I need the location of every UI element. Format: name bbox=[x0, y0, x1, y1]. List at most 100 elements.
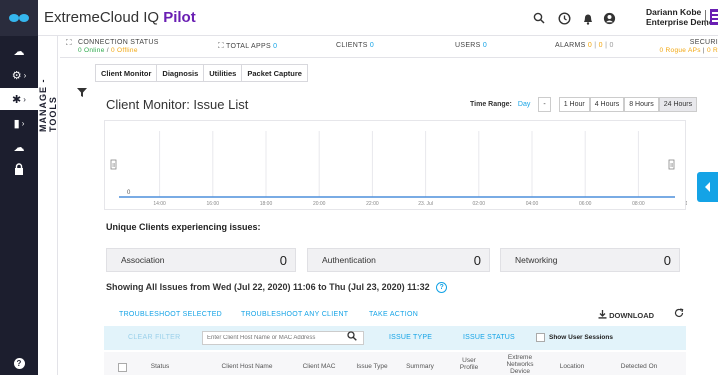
authentication-count: 0 bbox=[473, 252, 481, 268]
page-title: Client Monitor: Issue List bbox=[106, 97, 249, 112]
rail-help-icon[interactable]: ? bbox=[0, 352, 38, 374]
col-issue-type[interactable]: Issue Type bbox=[352, 363, 392, 370]
refresh-icon[interactable] bbox=[674, 308, 684, 321]
chart-x-tick-label: 04:00 bbox=[526, 201, 539, 207]
issue-chart: 0 14:00 16:00 18:00 20:00 22:00 23. Jul 02:00 04… bbox=[104, 120, 687, 210]
networking-count: 0 bbox=[663, 252, 671, 268]
alarms-sep-1: | bbox=[592, 42, 599, 49]
chart-x-tick-label: 23. Jul bbox=[418, 201, 433, 207]
rail-settings-icon[interactable]: ⚙ › bbox=[0, 64, 38, 86]
chevron-left-icon bbox=[704, 182, 710, 192]
chart-x-tick-label: 10:00 bbox=[685, 201, 687, 207]
unique-clients-heading: Unique Clients experiencing issues: bbox=[106, 222, 261, 232]
col-location[interactable]: Location bbox=[552, 363, 592, 370]
connection-status-label: CONNECTION STATUS bbox=[78, 39, 159, 46]
side-panel-toggle[interactable] bbox=[697, 172, 718, 202]
offline-count: 0 Offline bbox=[110, 47, 138, 54]
time-range: Time Range: Day - 1 Hour 4 Hours 8 Hours… bbox=[470, 97, 698, 112]
time-4-hours-button[interactable]: 4 Hours bbox=[589, 97, 625, 112]
filter-icon[interactable] bbox=[77, 88, 87, 100]
networking-label: Networking bbox=[515, 255, 558, 265]
association-count: 0 bbox=[279, 252, 287, 268]
clients-stat[interactable]: CLIENTS 0 bbox=[336, 42, 374, 50]
time-24-hours-button[interactable]: 24 Hours bbox=[658, 97, 698, 112]
tab-client-monitor[interactable]: Client Monitor bbox=[95, 64, 157, 82]
col-client-mac[interactable]: Client MAC bbox=[294, 363, 344, 370]
authentication-card[interactable]: Authentication 0 bbox=[307, 248, 490, 272]
networking-card[interactable]: Networking 0 bbox=[500, 248, 680, 272]
manage-tools-label: MANAGE - TOOLS bbox=[38, 78, 58, 133]
select-all-checkbox[interactable] bbox=[118, 363, 127, 372]
alarms-label: ALARMS bbox=[555, 42, 586, 49]
total-apps-stat[interactable]: ⛶ TOTAL APPS 0 bbox=[218, 42, 277, 51]
rogue-aps: 0 Rogue APs bbox=[659, 47, 701, 54]
col-status[interactable]: Status bbox=[140, 363, 180, 370]
rail-tools-icon[interactable]: ✱ › bbox=[0, 88, 38, 110]
troubleshoot-selected-button[interactable]: TROUBLESHOOT SELECTED bbox=[119, 311, 222, 318]
tab-diagnosis[interactable]: Diagnosis bbox=[156, 64, 204, 82]
expand-icon: ⛶ bbox=[218, 41, 224, 50]
showing-text: Showing All Issues from Wed (Jul 22, 202… bbox=[106, 282, 430, 292]
user-avatar-icon[interactable] bbox=[601, 10, 617, 26]
user-info[interactable]: Dariann Kobe Enterprise Demo bbox=[646, 7, 714, 27]
time-8-hours-button[interactable]: 8 Hours bbox=[624, 97, 659, 112]
col-summary[interactable]: Summary bbox=[400, 363, 440, 370]
app-root: ☁ ⚙ › ✱ › ▮ › ☁ ? ExtremeCloud IQ Pilot Dar… bbox=[0, 0, 718, 375]
take-action-button[interactable]: TAKE ACTION bbox=[369, 311, 418, 318]
chart-x-tick-label: 02:00 bbox=[473, 201, 486, 207]
rogue-clients: 0 R bbox=[706, 47, 718, 54]
alarms-value-3: 0 bbox=[609, 42, 614, 49]
col-extreme-networks-device[interactable]: Extreme Networks Device bbox=[500, 354, 540, 375]
security-stat[interactable]: SECURI 0 Rogue APs | 0 R bbox=[660, 39, 718, 55]
tab-packet-capture[interactable]: Packet Capture bbox=[241, 64, 308, 82]
status-bar: ⛶ CONNECTION STATUS 0 Online / 0 Offline… bbox=[60, 36, 718, 58]
brand-title: ExtremeCloud IQ Pilot bbox=[44, 9, 196, 26]
tab-utilities[interactable]: Utilities bbox=[203, 64, 242, 82]
user-name: Dariann Kobe bbox=[646, 7, 702, 17]
show-user-sessions-checkbox[interactable] bbox=[536, 333, 545, 342]
users-stat[interactable]: USERS 0 bbox=[455, 42, 487, 50]
security-label: SECURI bbox=[689, 39, 718, 46]
user-org: Enterprise Demo bbox=[646, 17, 715, 27]
top-header: ExtremeCloud IQ Pilot Dariann Kobe Enter… bbox=[38, 0, 718, 36]
col-client-host-name[interactable]: Client Host Name bbox=[212, 363, 282, 370]
alarms-stat[interactable]: ALARMS 0 | 0 | 0 bbox=[555, 42, 614, 50]
rail-bar-chart-icon[interactable]: ▮ › bbox=[0, 112, 38, 134]
search-icon[interactable] bbox=[347, 331, 357, 343]
clients-label: CLIENTS bbox=[336, 42, 368, 49]
issue-type-filter[interactable]: ISSUE TYPE bbox=[389, 334, 432, 341]
col-user-profile[interactable]: User Profile bbox=[454, 357, 484, 371]
time-range-day[interactable]: Day bbox=[518, 101, 530, 108]
expand-icon: ⛶ bbox=[66, 38, 72, 47]
total-apps-label: TOTAL APPS bbox=[226, 43, 271, 50]
app-logo-icon[interactable] bbox=[0, 0, 38, 36]
header-divider bbox=[705, 10, 706, 26]
client-search-input[interactable] bbox=[202, 331, 364, 345]
filter-bar: CLEAR FILTER ISSUE TYPE ISSUE STATUS Sho… bbox=[104, 326, 686, 350]
connection-status[interactable]: ⛶ CONNECTION STATUS 0 Online / 0 Offline bbox=[66, 39, 159, 55]
rail-cloud-upload-icon[interactable]: ☁ bbox=[0, 40, 38, 62]
help-icon[interactable]: ? bbox=[436, 282, 448, 294]
col-detected-on[interactable]: Detected On bbox=[614, 363, 664, 370]
time-range-dash[interactable]: - bbox=[538, 97, 551, 112]
rail-cloud-icon[interactable]: ☁ bbox=[0, 136, 38, 158]
association-card[interactable]: Association 0 bbox=[106, 248, 296, 272]
showing-range: Showing All Issues from Wed (Jul 22, 202… bbox=[106, 282, 448, 294]
download-button[interactable]: DOWNLOAD bbox=[598, 310, 654, 320]
time-1-hour-button[interactable]: 1 Hour bbox=[558, 97, 590, 112]
chart-x-tick-label: 18:00 bbox=[260, 201, 273, 207]
issue-status-filter[interactable]: ISSUE STATUS bbox=[463, 334, 515, 341]
users-label: USERS bbox=[455, 42, 481, 49]
clear-filter-button[interactable]: CLEAR FILTER bbox=[128, 334, 180, 341]
search-icon[interactable] bbox=[531, 10, 547, 26]
rail-lock-icon[interactable] bbox=[0, 158, 38, 180]
chart-x-tick-label: 14:00 bbox=[153, 201, 166, 207]
bell-icon[interactable] bbox=[580, 10, 596, 26]
chart-x-tick-label: 22:00 bbox=[366, 201, 379, 207]
chart-y-tick-label: 0 bbox=[127, 190, 131, 196]
extreme-logo-icon bbox=[710, 9, 718, 25]
download-icon bbox=[598, 310, 607, 319]
clock-icon[interactable] bbox=[556, 10, 572, 26]
chart-range-handle-right bbox=[668, 159, 675, 170]
troubleshoot-any-client-button[interactable]: TROUBLESHOOT ANY CLIENT bbox=[241, 311, 348, 318]
